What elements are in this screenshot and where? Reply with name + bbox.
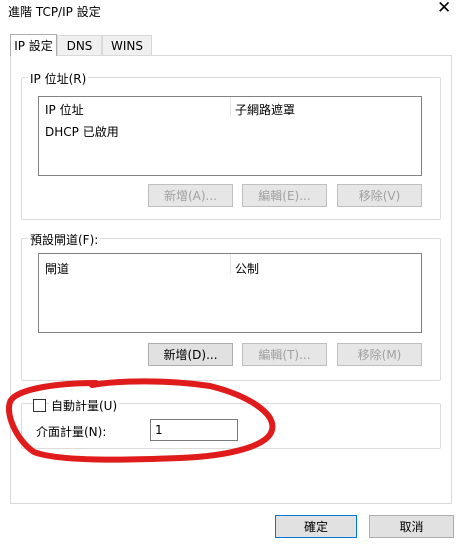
- tab-ip-settings[interactable]: IP 設定: [10, 34, 57, 56]
- cancel-button[interactable]: 取消: [369, 515, 454, 538]
- auto-metric-label[interactable]: 自動計量(U): [49, 397, 120, 414]
- ip-edit-button[interactable]: 編輯(E)...: [242, 184, 327, 207]
- column-header-ip[interactable]: IP 位址: [45, 101, 84, 118]
- ip-add-button[interactable]: 新增(A)...: [148, 184, 233, 207]
- column-separator: [230, 97, 231, 117]
- window-title: 進階 TCP/IP 設定: [8, 5, 101, 19]
- tab-dns[interactable]: DNS: [57, 35, 102, 55]
- gateway-add-button[interactable]: 新增(D)...: [148, 343, 233, 366]
- ip-address-group-label: IP 位址(R): [28, 70, 89, 87]
- gateway-group-label: 預設閘道(F):: [28, 231, 101, 248]
- ok-button[interactable]: 確定: [275, 515, 357, 538]
- close-icon[interactable]: ✕: [437, 0, 451, 18]
- gateway-remove-button[interactable]: 移除(M): [337, 343, 422, 366]
- column-separator: [230, 254, 231, 274]
- column-header-metric[interactable]: 公制: [235, 260, 259, 277]
- ip-remove-button[interactable]: 移除(V): [337, 184, 422, 207]
- interface-metric-input[interactable]: 1: [150, 419, 238, 441]
- list-item[interactable]: DHCP 已啟用: [45, 123, 119, 140]
- column-header-subnet[interactable]: 子網路遮罩: [235, 101, 295, 118]
- auto-metric-checkbox[interactable]: [33, 399, 46, 412]
- tab-wins[interactable]: WINS: [102, 35, 152, 55]
- interface-metric-label: 介面計量(N):: [36, 425, 107, 439]
- column-header-gateway[interactable]: 閘道: [45, 260, 69, 277]
- gateway-edit-button[interactable]: 編輯(T)...: [242, 343, 327, 366]
